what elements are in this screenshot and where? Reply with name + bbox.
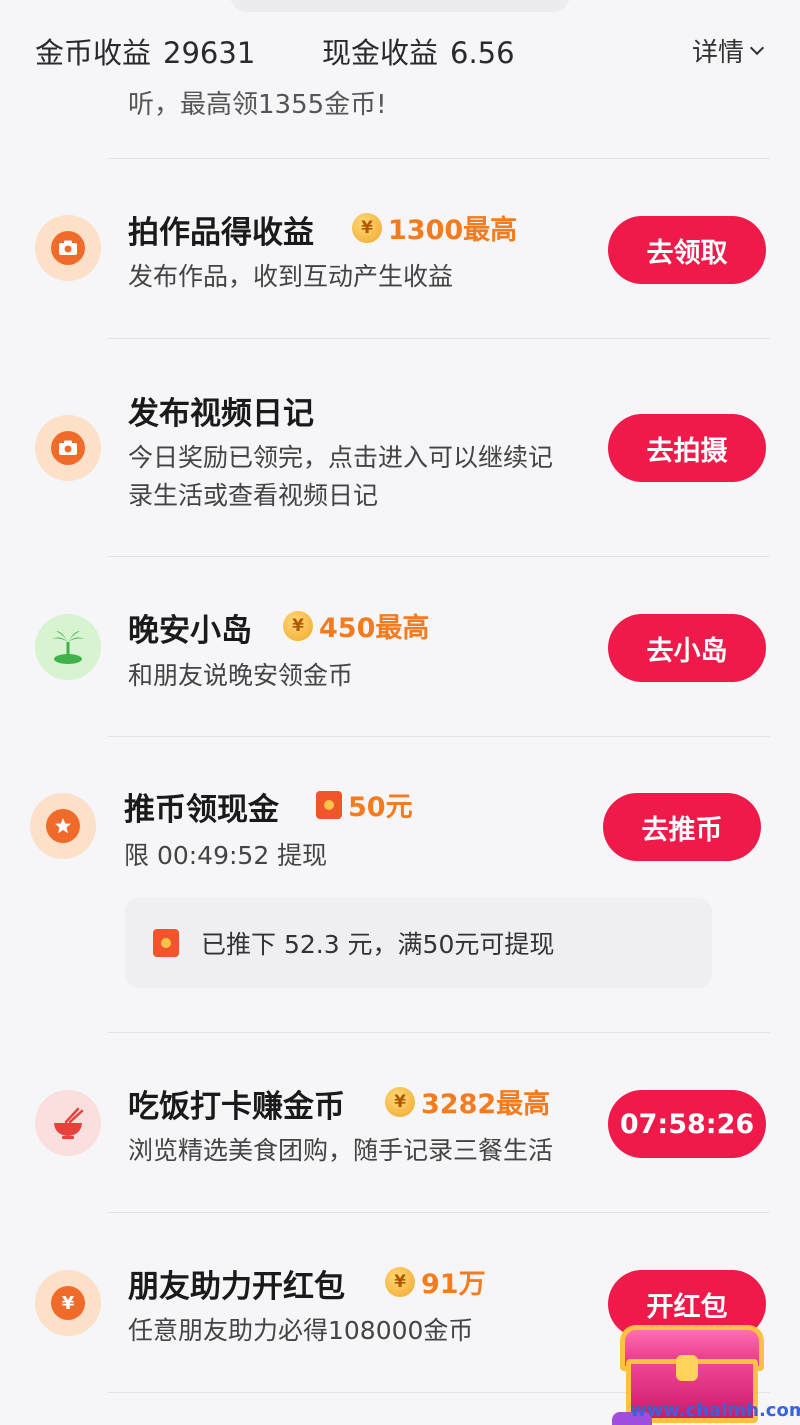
coin-earnings-label: 金币收益 (35, 36, 152, 70)
cash-earnings-value: 6.56 (450, 36, 515, 70)
camera-icon (35, 215, 101, 281)
island-button[interactable]: 去小岛 (608, 614, 766, 682)
reward-text: 450最高 (319, 613, 430, 644)
reward-badge: ¥ 450最高 (283, 606, 429, 645)
chevron-down-icon (749, 40, 765, 55)
task-title: 拍作品得收益 (128, 215, 314, 251)
task-desc: 和朋友说晚安领金币 (128, 661, 354, 690)
earnings-bar: 金币收益 29631 现金收益 6.56 详情 (0, 0, 800, 80)
divider (107, 556, 770, 557)
shoot-button[interactable]: 去拍摄 (608, 414, 766, 482)
rice-bowl-icon (35, 1090, 101, 1156)
coin-icon: ¥ (352, 212, 382, 243)
cash-earnings: 现金收益 6.56 (322, 30, 515, 72)
task-desc: 发布作品，收到互动产生收益 (128, 262, 454, 291)
reward-badge: ¥ 3282最高 (385, 1082, 550, 1121)
coin-icon: ¥ (283, 610, 313, 641)
yuan-icon: ¥ (35, 1270, 101, 1336)
withdraw-info-text: 已推下 52.3 元，满50元可提现 (201, 930, 555, 959)
divider (107, 736, 770, 737)
task-desc: 限 00:49:52 提现 (124, 841, 328, 870)
push-coin-button[interactable]: 去推币 (603, 793, 761, 861)
task-title: 发布视频日记 (128, 396, 314, 432)
reward-text: 3282最高 (421, 1089, 551, 1120)
task-desc-line1: 今日奖励已领完，点击进入可以继续记 (128, 443, 554, 472)
coin-earnings: 金币收益 29631 (35, 30, 255, 72)
claim-button[interactable]: 去领取 (608, 216, 766, 284)
task-desc: 浏览精选美食团购，随手记录三餐生活 (128, 1136, 554, 1165)
reward-badge: ¥ 91万 (385, 1262, 486, 1301)
withdraw-info-box: 已推下 52.3 元，满50元可提现 (125, 898, 712, 988)
divider (107, 1032, 770, 1033)
task-desc: 任意朋友助力必得108000金币 (128, 1316, 474, 1345)
divider (107, 1212, 770, 1213)
watermark: www.chalmh.com (630, 1400, 800, 1421)
yuan-symbol: ¥ (51, 1286, 85, 1320)
coin-icon: ¥ (385, 1086, 415, 1117)
red-envelope-icon (316, 790, 342, 819)
cash-earnings-label: 现金收益 (322, 36, 439, 70)
details-link[interactable]: 详情 (692, 32, 765, 69)
coin-earnings-value: 29631 (163, 36, 256, 70)
coin-icon: ¥ (385, 1266, 415, 1297)
reward-badge: ¥ 1300最高 (352, 208, 517, 247)
coin-pusher-icon (30, 793, 96, 859)
task-title: 朋友助力开红包 (128, 1269, 345, 1305)
task-title: 晚安小岛 (128, 613, 252, 649)
reward-text: 50元 (348, 792, 413, 823)
task-title: 推币领现金 (124, 792, 279, 828)
task-desc-line2: 录生活或查看视频日记 (128, 481, 379, 510)
details-label: 详情 (692, 38, 745, 68)
divider (107, 158, 770, 159)
partial-task-desc: 听，最高领1355金币! (128, 90, 387, 120)
reward-badge: 50元 (316, 785, 413, 824)
reward-text: 91万 (421, 1269, 486, 1300)
island-icon (35, 614, 101, 680)
red-envelope-icon (153, 929, 179, 957)
countdown-button[interactable]: 07:58:26 (608, 1090, 766, 1158)
task-title: 吃饭打卡赚金币 (128, 1089, 345, 1125)
divider (107, 338, 770, 339)
reward-text: 1300最高 (388, 215, 518, 246)
camera-icon (35, 415, 101, 481)
